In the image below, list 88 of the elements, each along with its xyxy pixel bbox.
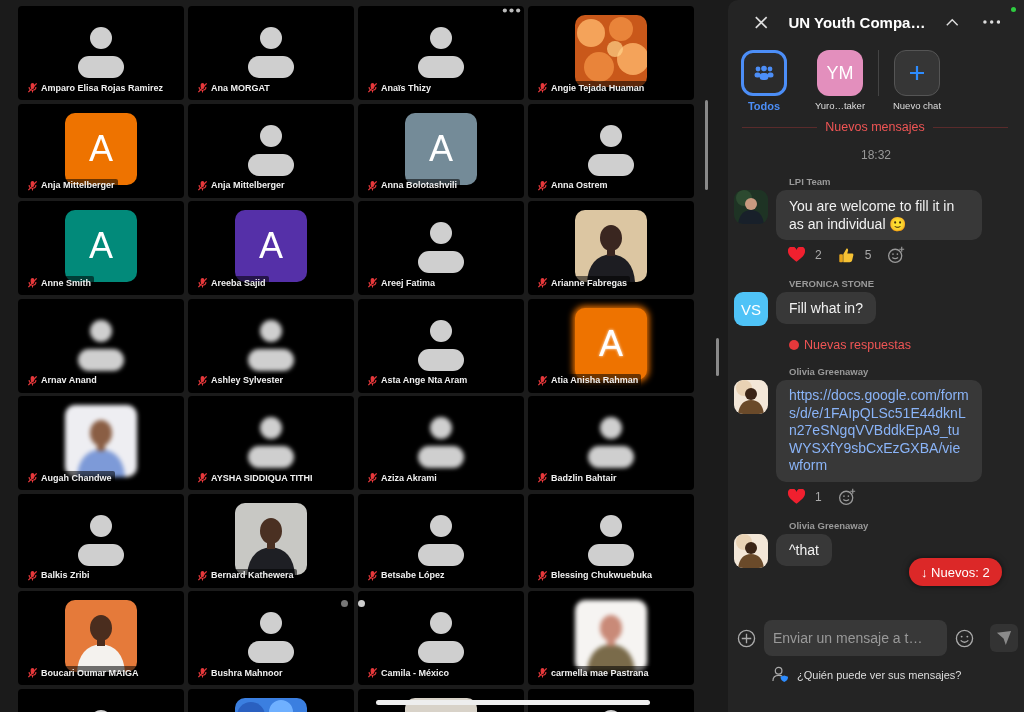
sender-name: LPI Team — [789, 176, 832, 187]
participant-name: Badzlin Bahtair — [551, 472, 617, 483]
reaction-count: 1 — [815, 489, 822, 504]
video-tile[interactable]: Camila - México — [358, 591, 524, 685]
sender-name: Olivia Greenaway — [789, 366, 870, 377]
video-tile[interactable]: Badzlin Bahtair — [528, 396, 694, 490]
video-tile[interactable]: Blessing Chukwuebuka — [528, 493, 694, 588]
participant-name: Ana MORGAT — [211, 82, 270, 93]
video-tile[interactable]: Anna Ostrem — [528, 103, 694, 198]
video-tile[interactable]: Anaïs Thizy — [358, 6, 524, 100]
video-tile[interactable]: Betsabe López — [358, 493, 524, 588]
video-tile[interactable]: Ashley Sylvester — [188, 298, 354, 393]
more-icon[interactable] — [502, 8, 521, 13]
more-icon[interactable] — [982, 20, 1000, 24]
participant-name: Boucari Oumar MAIGA — [41, 667, 139, 678]
initials-avatar: VS — [734, 292, 768, 326]
participant-name: AYSHA SIDDIQUA TITHI — [211, 472, 313, 483]
chat-title: UN Youth Compa… — [788, 13, 927, 31]
scroll-thumb[interactable] — [705, 100, 708, 190]
video-tile[interactable]: Bushra Mahnoor — [188, 591, 354, 685]
video-tile[interactable]: A Anna Bolotashvili — [358, 103, 524, 198]
participant-name: Atia Anisha Rahman — [551, 375, 639, 385]
participant-name: Ashley Sylvester — [211, 375, 284, 385]
page-dot[interactable] — [341, 600, 348, 607]
emoji-icon[interactable] — [955, 628, 974, 648]
video-tile[interactable]: carmella mae Pastrana — [528, 591, 694, 685]
participant-name: Blessing Chukwuebuka — [551, 570, 653, 580]
participant-name: Bernard Kathewera — [211, 570, 294, 580]
close-icon[interactable] — [754, 14, 769, 30]
video-tile[interactable]: AYSHA SIDDIQUA TITHI — [188, 396, 354, 490]
participant-name: Anja Mittelberger — [211, 180, 285, 190]
participant-name: Amparo Elisa Rojas Ramirez — [41, 82, 164, 93]
video-tile[interactable]: Bernard Kathewera — [188, 493, 354, 588]
timestamp: 18:32 — [860, 148, 892, 162]
participant-name: Betsabe López — [381, 570, 445, 580]
participant-name: Balkis Zribi — [41, 570, 90, 580]
participant-name: Anaïs Thizy — [381, 82, 431, 93]
plus-icon — [909, 65, 925, 81]
participant-name: Augah Chandwe — [41, 472, 112, 483]
participant-name: Aziza Akrami — [381, 472, 437, 483]
video-tile[interactable]: Aziza Akrami — [358, 396, 524, 490]
video-tile[interactable]: Angie Tejada Huaman — [528, 6, 694, 100]
participant-name: Angie Tejada Huaman — [551, 82, 645, 93]
video-tile[interactable]: Areej Fatima — [358, 201, 524, 295]
video-tile[interactable]: Arianne Fabregas — [528, 201, 694, 295]
participant-name: Bushra Mahnoor — [211, 667, 283, 678]
message-text: Fill what in? — [789, 300, 863, 316]
add-reaction-icon[interactable] — [887, 246, 906, 264]
unread-dot — [789, 340, 799, 350]
video-tile[interactable]: Asta Ange Nta Aram — [358, 298, 524, 393]
person-shield-icon — [772, 666, 789, 683]
reaction-count: 5 — [864, 248, 872, 262]
message-text: You are welcome to fill it in as an individual 🙂 — [789, 198, 955, 232]
video-tile[interactable]: Arnav Anand — [18, 298, 184, 393]
add-icon[interactable] — [737, 628, 756, 648]
message-input[interactable]: Enviar un mensaje a t… — [764, 620, 947, 656]
thumbs-up-icon[interactable] — [837, 247, 855, 263]
heart-icon[interactable] — [788, 247, 805, 263]
message-text: ^that — [789, 541, 819, 558]
video-tile[interactable]: A Atia Anisha Rahman — [528, 298, 694, 393]
page-dot[interactable] — [358, 600, 365, 607]
participant-name: Anna Ostrem — [551, 180, 608, 190]
new-messages-divider: Nuevos mensajes — [825, 120, 925, 134]
sender-name: Olivia Greenaway — [789, 519, 870, 531]
group-icon — [754, 65, 774, 81]
participant-name: Areej Fatima — [381, 277, 436, 288]
video-tile[interactable]: Anja Mittelberger — [188, 103, 354, 198]
participant-name: Camila - México — [381, 667, 450, 678]
reaction-count: 2 — [815, 248, 822, 262]
participant-name: Arianne Fabregas — [551, 277, 628, 288]
participant-name: Anna Bolotashvili — [381, 180, 457, 190]
video-tile[interactable]: Boucari Oumar MAIGA — [18, 591, 184, 685]
new-messages-button[interactable]: ↓ Nuevos: 2 — [909, 558, 1002, 586]
participant-name: carmella mae Pastrana — [551, 667, 649, 678]
video-tile[interactable]: Balkis Zribi — [18, 493, 184, 588]
privacy-link[interactable]: ¿Quién puede ver sus mensajes? — [797, 668, 962, 681]
send-icon — [996, 630, 1012, 646]
video-tile[interactable]: Amparo Elisa Rojas Ramirez — [18, 6, 184, 100]
sender-name: VERONICA STONE — [789, 278, 875, 289]
scroll-thumb[interactable] — [716, 338, 719, 376]
participant-name: Asta Ange Nta Aram — [381, 375, 468, 385]
video-tile[interactable]: Ana MORGAT — [188, 6, 354, 100]
heart-icon[interactable] — [788, 488, 805, 505]
new-replies-link[interactable]: Nuevas respuestas — [804, 338, 911, 352]
video-tile[interactable]: Augah Chandwe — [18, 396, 184, 490]
participant-name: Arnav Anand — [41, 375, 97, 385]
message-link[interactable]: https://docs.google.com/forms/d/e/1FAIpQLSc51E44dknLn27eSNgqVVBddkEpA9_tuWYSXfY9sbCxEzGXBA/viewform — [789, 387, 969, 475]
add-reaction-icon[interactable] — [837, 487, 856, 506]
